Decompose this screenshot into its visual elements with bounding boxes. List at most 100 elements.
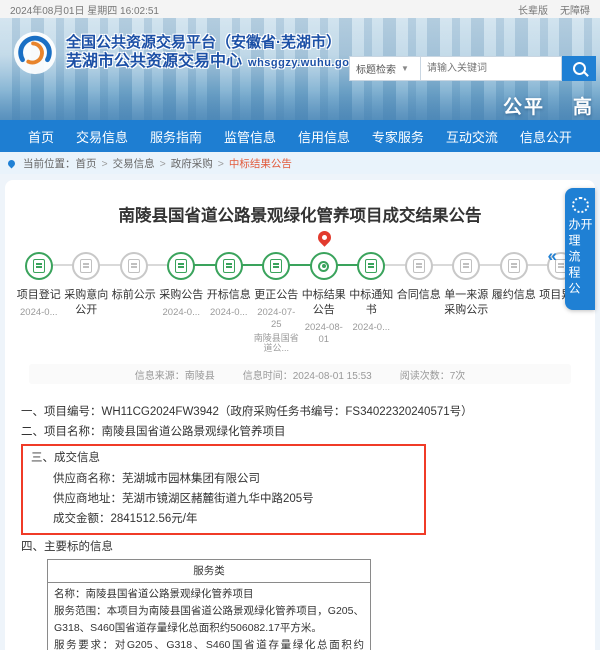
project-number-line: 一、项目编号：WH11CG2024FW3942（政府采购任务书编号：FS3402… bbox=[21, 402, 581, 422]
step-circle-inactive bbox=[500, 252, 528, 280]
nav-item[interactable]: 服务指南 bbox=[150, 127, 202, 146]
nav-item[interactable]: 首页 bbox=[28, 127, 54, 146]
article-card: « 办理流程公开 南陵县国省道公路景观绿化管养项目成交结果公告 项目登记2024… bbox=[5, 180, 595, 650]
document-icon bbox=[413, 259, 425, 273]
time-label: 信息时间： bbox=[243, 371, 293, 382]
step-label: 采购意向公开 bbox=[63, 288, 111, 318]
step-label: 标前公示 bbox=[110, 288, 158, 303]
step-circle-inactive bbox=[120, 252, 148, 280]
flow-step[interactable]: 中标通知书 2024-0... bbox=[348, 252, 396, 354]
current-step-pin-icon bbox=[315, 228, 333, 246]
article-body: 一、项目编号：WH11CG2024FW3942（政府采购任务书编号：FS3402… bbox=[21, 402, 581, 650]
breadcrumb-prefix: 当前位置： bbox=[23, 158, 76, 170]
flow-step[interactable]: 合同信息 bbox=[395, 252, 443, 354]
step-circle-active bbox=[310, 252, 338, 280]
document-icon bbox=[508, 259, 520, 273]
deal-info-highlight-box: 三、成交信息 供应商名称：芜湖城市园林集团有限公司 供应商地址：芜湖市镜湖区赭麓… bbox=[21, 444, 426, 535]
document-icon bbox=[223, 259, 235, 273]
nav-item[interactable]: 互动交流 bbox=[446, 127, 498, 146]
nav-item[interactable]: 交易信息 bbox=[76, 127, 128, 146]
step-label: 更正公告 bbox=[253, 288, 301, 303]
accessibility-link[interactable]: 无障碍 bbox=[560, 2, 590, 17]
step-date: 2024-0... bbox=[205, 307, 253, 319]
source-value: 南陵县 bbox=[185, 371, 215, 382]
search-icon bbox=[573, 62, 586, 75]
search-button[interactable] bbox=[562, 56, 596, 81]
document-icon bbox=[460, 259, 472, 273]
content-background: « 办理流程公开 南陵县国省道公路景观绿化管养项目成交结果公告 项目登记2024… bbox=[0, 174, 600, 650]
site-logo-icon bbox=[12, 30, 58, 76]
flow-step[interactable]: 开标信息 2024-0... bbox=[205, 252, 253, 354]
step-label: 履约信息 bbox=[490, 288, 538, 303]
document-icon bbox=[365, 259, 377, 273]
site-brand: 全国公共资源交易平台（安徽省·芜湖市） 芜湖市公共资源交易中心whsggzy.w… bbox=[12, 30, 373, 76]
table-row: 服务要求：对G205、G318、S460国省道存量绿化总面积约506082.17… bbox=[54, 637, 364, 650]
nav-item[interactable]: 信息公开 bbox=[520, 127, 572, 146]
top-utility-bar: 2024年08月01日 星期四 16:02:51 长辈版 无障碍 bbox=[0, 0, 600, 18]
nav-item[interactable]: 专家服务 bbox=[372, 127, 424, 146]
project-name-line: 二、项目名称：南陵县国省道公路景观绿化管养项目 bbox=[21, 422, 581, 442]
site-title-line2: 芜湖市公共资源交易中心whsggzy.wuhu.gov.cn bbox=[66, 52, 373, 72]
datetime-text: 2024年08月01日 星期四 16:02:51 bbox=[10, 2, 159, 17]
step-circle-active bbox=[357, 252, 385, 280]
chevron-down-icon: ▼ bbox=[401, 64, 409, 73]
main-nav: 首页 交易信息 服务指南 监管信息 信用信息 专家服务 互动交流 信息公开 bbox=[0, 120, 600, 152]
section4-heading: 四、主要标的信息 bbox=[21, 537, 581, 557]
step-date: 2024-0... bbox=[15, 307, 63, 319]
flow-step[interactable]: 项目登记2024-0... bbox=[15, 252, 63, 354]
collapse-chevron-icon[interactable]: « bbox=[548, 246, 557, 266]
search-input[interactable] bbox=[421, 56, 562, 81]
table-row: 名称：南陵县国省道公路景观绿化管养项目 bbox=[54, 586, 364, 603]
gear-icon bbox=[572, 197, 589, 213]
table-header-service-class: 服务类 bbox=[48, 560, 370, 583]
article-meta: 信息来源：南陵县 信息时间：2024-08-01 15:53 阅读次数：7次 bbox=[29, 364, 571, 384]
step-sub-text: 南陵县国省道公... bbox=[253, 333, 301, 355]
site-title-line1: 全国公共资源交易平台（安徽省·芜湖市） bbox=[66, 34, 373, 53]
search-bar: 标题检索▼ bbox=[349, 56, 596, 81]
step-date: 2024-0... bbox=[158, 307, 206, 319]
search-category-dropdown[interactable]: 标题检索▼ bbox=[349, 56, 421, 81]
banner-slogan: 公平高 bbox=[503, 92, 594, 119]
page-title: 南陵县国省道公路景观绿化管养项目成交结果公告 bbox=[15, 202, 585, 226]
nav-item[interactable]: 信用信息 bbox=[298, 127, 350, 146]
flow-step[interactable]: 履约信息 bbox=[490, 252, 538, 354]
breadcrumb-bar: 当前位置：首页>交易信息>政府采购>中标结果公告 bbox=[0, 152, 600, 174]
supplier-address-line: 供应商地址：芜湖市镜湖区赭麓街道九华中路205号 bbox=[31, 489, 416, 509]
breadcrumb-separator: > bbox=[218, 158, 224, 170]
breadcrumb-separator: > bbox=[102, 158, 108, 170]
views-value: 7次 bbox=[450, 371, 466, 382]
side-tab-label: 办理流程公开 bbox=[568, 218, 592, 310]
step-label: 中标通知书 bbox=[348, 288, 396, 318]
step-circle-inactive bbox=[405, 252, 433, 280]
source-label: 信息来源： bbox=[135, 371, 185, 382]
breadcrumb-link[interactable]: 政府采购 bbox=[171, 158, 213, 170]
deal-heading: 三、成交信息 bbox=[31, 448, 416, 468]
step-label: 单一来源采购公示 bbox=[443, 288, 491, 318]
deal-amount-line: 成交金额：2841512.56元/年 bbox=[31, 509, 416, 529]
step-circle-inactive bbox=[452, 252, 480, 280]
flow-step[interactable]: 单一来源采购公示 bbox=[443, 252, 491, 354]
breadcrumb-link[interactable]: 交易信息 bbox=[113, 158, 155, 170]
step-label: 合同信息 bbox=[395, 288, 443, 303]
flow-step[interactable]: 标前公示 bbox=[110, 252, 158, 354]
supplier-name-line: 供应商名称：芜湖城市园林集团有限公司 bbox=[31, 469, 416, 489]
views-label: 阅读次数： bbox=[400, 371, 450, 382]
step-label: 中标结果公告 bbox=[300, 288, 348, 318]
step-date: 2024-08-01 bbox=[300, 322, 348, 347]
breadcrumb-current: 中标结果公告 bbox=[229, 158, 292, 170]
step-label: 开标信息 bbox=[205, 288, 253, 303]
step-circle-active bbox=[215, 252, 243, 280]
step-circle-active bbox=[262, 252, 290, 280]
elder-version-link[interactable]: 长辈版 bbox=[518, 2, 548, 17]
flow-step[interactable]: 更正公告2024-07-25南陵县国省道公... bbox=[253, 252, 301, 354]
document-icon bbox=[175, 259, 187, 273]
breadcrumb-link[interactable]: 首页 bbox=[76, 158, 97, 170]
flow-step[interactable]: 采购意向公开 bbox=[63, 252, 111, 354]
step-circle-inactive bbox=[72, 252, 100, 280]
flow-step[interactable]: 中标结果公告 2024-08-01 bbox=[300, 252, 348, 354]
process-disclosure-tab[interactable]: 办理流程公开 bbox=[565, 188, 595, 310]
flow-step[interactable]: 采购公告2024-0... bbox=[158, 252, 206, 354]
target-icon bbox=[318, 261, 329, 272]
step-date: 2024-0... bbox=[348, 322, 396, 334]
nav-item[interactable]: 监管信息 bbox=[224, 127, 276, 146]
